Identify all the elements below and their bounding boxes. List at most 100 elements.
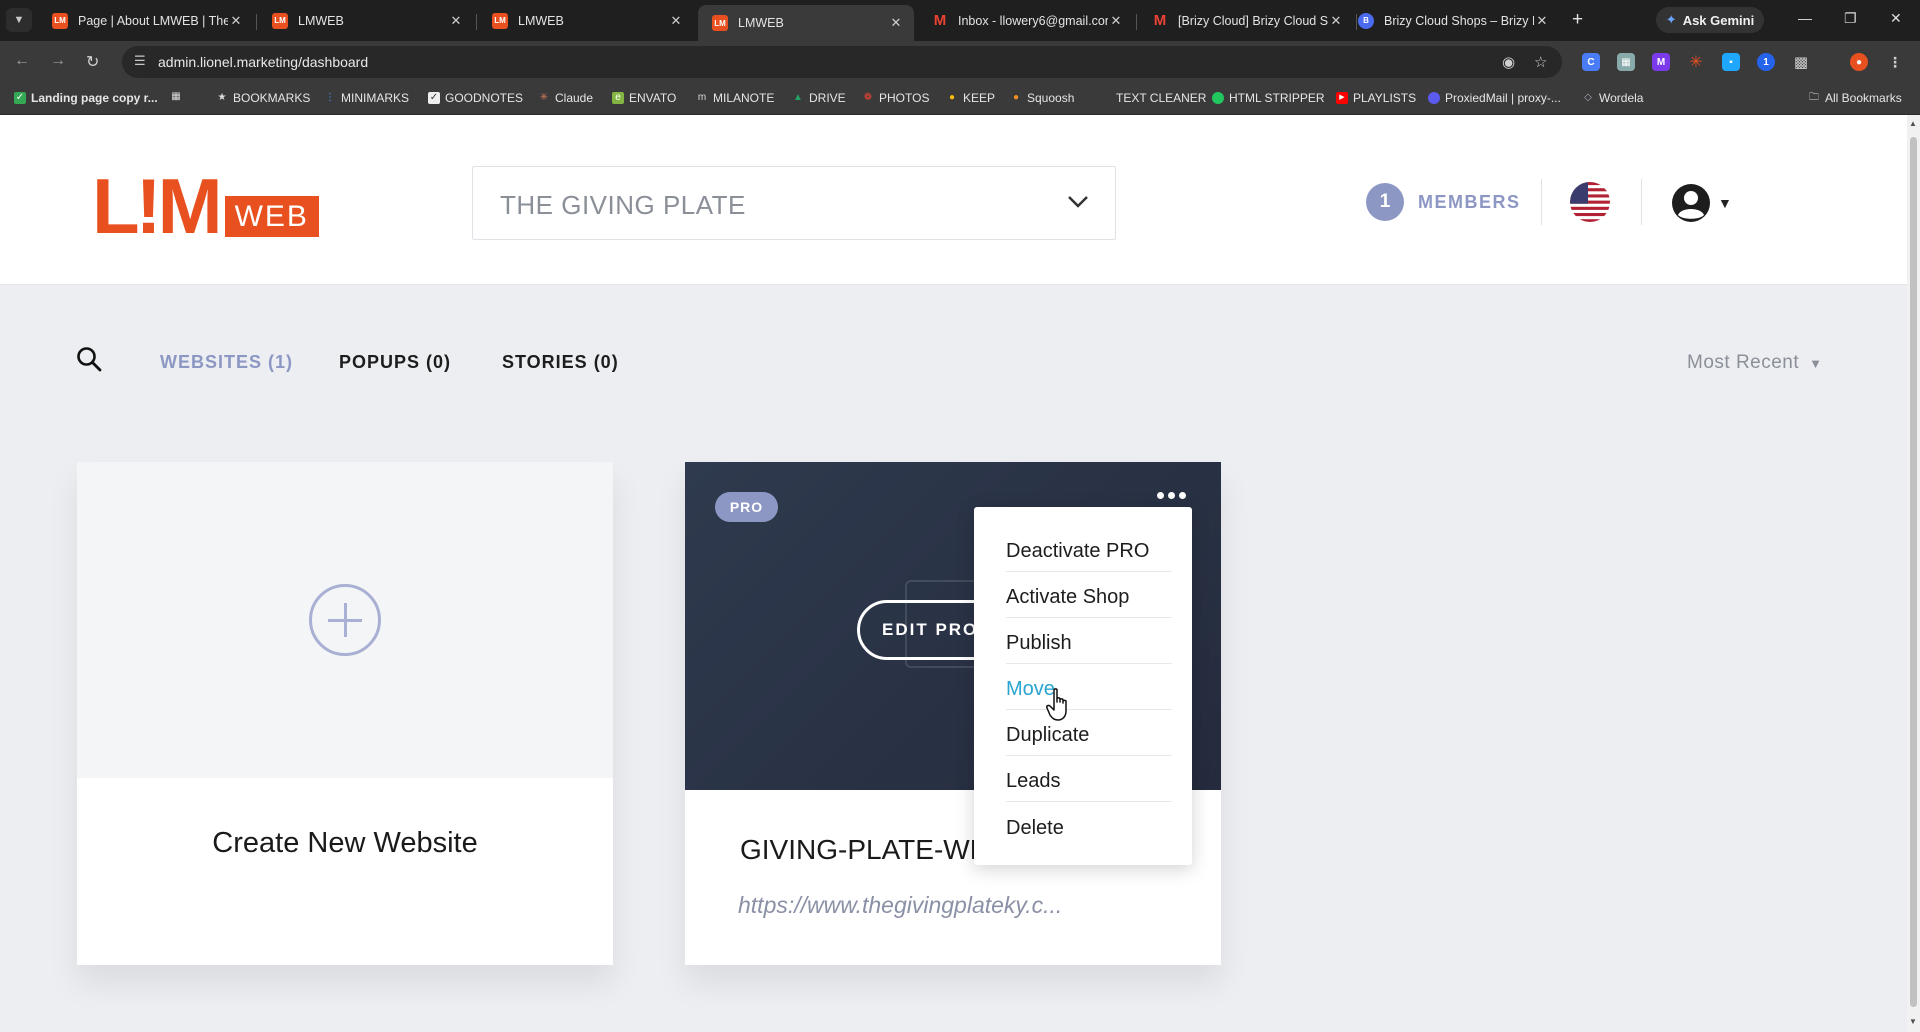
menu-delete[interactable]: Delete bbox=[1006, 802, 1172, 848]
close-icon[interactable]: ✕ bbox=[888, 15, 904, 31]
bookmark-keep[interactable]: ● KEEP bbox=[946, 91, 995, 105]
caret-down-icon: ▼ bbox=[1809, 355, 1823, 371]
url-text[interactable]: admin.lionel.marketing/dashboard bbox=[158, 54, 368, 70]
apps-grid-icon: ▦ bbox=[171, 91, 181, 102]
browser-tab-7[interactable]: B Brizy Cloud Shops – Brizy H ✕ bbox=[1344, 5, 1560, 36]
bookmark-text-cleaner[interactable]: TEXT CLEANER bbox=[1116, 91, 1206, 105]
bookmark-landing-page[interactable]: ✓ Landing page copy r... bbox=[14, 91, 158, 105]
browser-tab-6[interactable]: M [Brizy Cloud] Brizy Cloud Sh ✕ bbox=[1138, 5, 1354, 36]
browser-tab-3[interactable]: LM LMWEB ✕ bbox=[478, 5, 694, 36]
bookmark-label: Landing page copy r... bbox=[31, 91, 158, 105]
bookmark-playlists[interactable]: ▶ PLAYLISTS bbox=[1336, 91, 1416, 105]
hand-pointer-icon bbox=[1046, 688, 1072, 727]
create-website-label[interactable]: Create New Website bbox=[77, 827, 613, 860]
lm-icon: LM bbox=[492, 12, 508, 29]
forward-arrow-icon[interactable]: → bbox=[50, 52, 66, 70]
bookmark-apps[interactable]: ▦ bbox=[170, 91, 182, 103]
bookmark-goodnotes[interactable]: ✓ GOODNOTES bbox=[428, 91, 523, 105]
menu-duplicate[interactable]: Duplicate bbox=[1006, 710, 1172, 756]
menu-leads[interactable]: Leads bbox=[1006, 756, 1172, 802]
bookmark-label: PLAYLISTS bbox=[1353, 91, 1417, 105]
bookmark-label: KEEP bbox=[963, 91, 996, 105]
create-website-area[interactable] bbox=[77, 462, 613, 778]
bookmark-bookmarks[interactable]: ★ BOOKMARKS bbox=[216, 91, 311, 105]
address-bar[interactable]: ☰ admin.lionel.marketing/dashboard ◉ ☆ bbox=[122, 46, 1562, 78]
create-website-card[interactable]: Create New Website bbox=[77, 462, 613, 965]
page-scrollbar[interactable]: ▲ ▼ bbox=[1907, 115, 1920, 1032]
us-flag-icon[interactable] bbox=[1570, 182, 1610, 222]
gmail-icon: M bbox=[1153, 12, 1167, 29]
bookmark-squoosh[interactable]: ● Squoosh bbox=[1010, 91, 1074, 105]
plus-circle-icon[interactable] bbox=[309, 584, 381, 656]
ask-gemini-button[interactable]: ✦ Ask Gemini bbox=[1656, 7, 1764, 33]
extension-image-icon[interactable]: ▦ bbox=[1617, 53, 1635, 71]
extension-m-icon[interactable]: M bbox=[1652, 53, 1670, 71]
tab-stories[interactable]: STORIES (0) bbox=[502, 352, 619, 373]
menu-move[interactable]: Move bbox=[1006, 664, 1172, 710]
close-icon[interactable]: ✕ bbox=[448, 13, 464, 29]
reload-icon[interactable]: ↻ bbox=[86, 52, 99, 72]
site-settings-icon[interactable]: ☰ bbox=[134, 53, 146, 69]
search-icon[interactable] bbox=[76, 346, 102, 377]
menu-activate-shop[interactable]: Activate Shop bbox=[1006, 572, 1172, 618]
members-button[interactable]: 1 MEMBERS bbox=[1366, 183, 1521, 221]
browser-tab-1[interactable]: LM Page | About LMWEB | The I ✕ bbox=[38, 5, 254, 36]
user-avatar-icon[interactable] bbox=[1671, 183, 1711, 223]
bookmark-photos[interactable]: ❁ PHOTOS bbox=[862, 91, 930, 105]
scroll-down-icon[interactable]: ▼ bbox=[1909, 1017, 1917, 1026]
tab-websites[interactable]: WEBSITES (1) bbox=[160, 352, 293, 373]
close-icon[interactable]: ✕ bbox=[1108, 13, 1124, 29]
scroll-up-icon[interactable]: ▲ bbox=[1909, 119, 1917, 128]
browser-tab-bar: ▼ LM Page | About LMWEB | The I ✕ LM LMW… bbox=[0, 0, 1920, 41]
scrollbar-thumb[interactable] bbox=[1910, 137, 1917, 1007]
milanote-icon: m bbox=[697, 92, 707, 103]
star-icon: ★ bbox=[217, 92, 227, 103]
extension-c-icon[interactable]: C bbox=[1582, 53, 1600, 71]
bookmark-minimarks[interactable]: ⋮ MINIMARKS bbox=[324, 91, 409, 105]
brizy-icon: B bbox=[1358, 12, 1374, 29]
tab-popups[interactable]: POPUPS (0) bbox=[339, 352, 451, 373]
tab-title: LMWEB bbox=[518, 13, 564, 28]
bookmark-envato[interactable]: e ENVATO bbox=[612, 91, 676, 105]
minimize-icon[interactable]: — bbox=[1798, 10, 1812, 26]
bookmark-html-stripper[interactable]: HTML STRIPPER bbox=[1212, 91, 1325, 105]
menu-publish[interactable]: Publish bbox=[1006, 618, 1172, 664]
close-icon[interactable]: ✕ bbox=[1328, 13, 1344, 29]
close-icon[interactable]: ✕ bbox=[228, 13, 244, 29]
profile-avatar-icon[interactable]: ● bbox=[1850, 53, 1868, 71]
extension-blue-icon[interactable]: ▪ bbox=[1722, 53, 1740, 71]
website-url[interactable]: https://www.thegivingplateky.c... bbox=[738, 892, 1062, 919]
new-tab-button[interactable]: + bbox=[1572, 9, 1583, 31]
bookmark-drive[interactable]: ▲ DRIVE bbox=[792, 91, 846, 105]
more-options-icon[interactable] bbox=[1157, 492, 1193, 504]
browser-menu-icon[interactable]: ⋮ bbox=[1886, 53, 1904, 71]
extension-claude-icon[interactable]: ✳ bbox=[1687, 53, 1705, 71]
lmweb-logo[interactable]: L!M WEB bbox=[92, 167, 319, 245]
bookmark-star-icon[interactable]: ☆ bbox=[1534, 53, 1547, 71]
website-options-menu: Deactivate PRO Activate Shop Publish Mov… bbox=[974, 507, 1192, 865]
extensions-puzzle-icon[interactable]: ▩ bbox=[1792, 53, 1810, 71]
back-arrow-icon[interactable]: ← bbox=[14, 52, 30, 70]
pro-badge: PRO bbox=[715, 492, 778, 522]
extension-password-icon[interactable]: 1 bbox=[1757, 53, 1775, 71]
bookmark-label: Squoosh bbox=[1027, 91, 1075, 105]
browser-tab-2[interactable]: LM LMWEB ✕ bbox=[258, 5, 474, 36]
bookmark-claude[interactable]: ✳ Claude bbox=[538, 91, 593, 105]
browser-tab-5[interactable]: M Inbox - llowery6@gmail.cor ✕ bbox=[918, 5, 1134, 36]
sort-dropdown[interactable]: Most Recent ▼ bbox=[1687, 352, 1823, 374]
close-icon[interactable]: ✕ bbox=[1534, 13, 1550, 29]
browser-tab-4-active[interactable]: LM LMWEB ✕ bbox=[698, 5, 914, 41]
bookmark-proxiedmail[interactable]: ProxiedMail | proxy-... bbox=[1428, 91, 1561, 105]
project-selector[interactable]: THE GIVING PLATE bbox=[472, 166, 1116, 240]
tab-search-button[interactable]: ▼ bbox=[6, 8, 32, 32]
close-icon[interactable]: ✕ bbox=[668, 13, 684, 29]
menu-deactivate-pro[interactable]: Deactivate PRO bbox=[1006, 507, 1172, 572]
caret-down-icon[interactable]: ▼ bbox=[1718, 195, 1732, 211]
eye-off-icon[interactable]: ◉ bbox=[1502, 53, 1515, 71]
restore-icon[interactable]: ❐ bbox=[1844, 10, 1857, 27]
bookmark-milanote[interactable]: m MILANOTE bbox=[696, 91, 775, 105]
all-bookmarks[interactable]: 🗀 All Bookmarks bbox=[1808, 91, 1902, 105]
window-close-icon[interactable]: ✕ bbox=[1890, 10, 1902, 27]
ask-gemini-label: Ask Gemini bbox=[1682, 12, 1755, 28]
bookmark-wordela[interactable]: ◇ Wordela bbox=[1582, 91, 1643, 105]
